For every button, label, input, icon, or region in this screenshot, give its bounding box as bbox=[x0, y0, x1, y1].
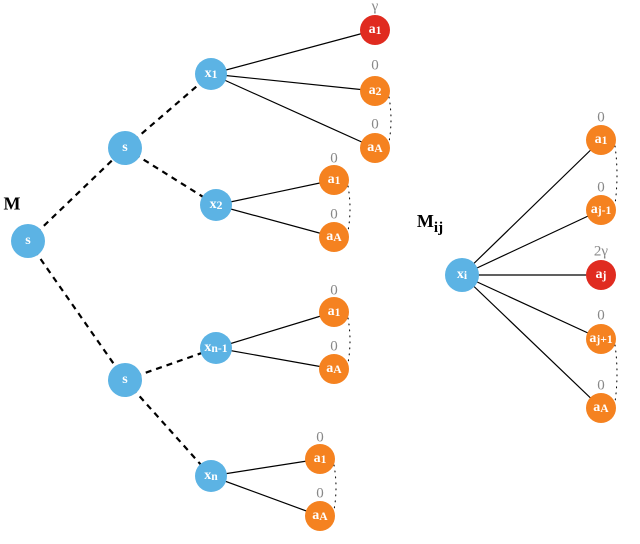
level1-s-0: s bbox=[108, 131, 142, 165]
right-edge-label-2: 2γ bbox=[594, 244, 608, 261]
left-action-8: aA bbox=[305, 501, 335, 531]
root-s: s bbox=[11, 224, 45, 258]
left-edge-label-7: 0 bbox=[316, 430, 324, 447]
left-edge-label-4: 0 bbox=[330, 207, 338, 224]
right-edge-label-4: 0 bbox=[597, 378, 605, 395]
x-node-2: xn-1 bbox=[200, 332, 232, 364]
right-edge-label-3: 0 bbox=[597, 308, 605, 325]
left-edge-label-8: 0 bbox=[316, 486, 324, 503]
left-action-5: a1 bbox=[319, 297, 349, 327]
left-action-1: a2 bbox=[360, 76, 390, 106]
title-m: M bbox=[4, 194, 21, 215]
left-action-0: a1 bbox=[360, 15, 390, 45]
title-mij: Mij bbox=[417, 211, 443, 237]
left-edge-label-5: 0 bbox=[330, 283, 338, 300]
left-edge-label-3: 0 bbox=[330, 151, 338, 168]
left-action-6: aA bbox=[319, 354, 349, 384]
right-action-1: aj-1 bbox=[586, 195, 616, 225]
left-edge-label-1: 0 bbox=[371, 58, 379, 75]
right-root-xi: xi bbox=[445, 258, 479, 292]
right-action-4: aA bbox=[586, 393, 616, 423]
right-action-0: a1 bbox=[586, 125, 616, 155]
right-edge-label-1: 0 bbox=[597, 180, 605, 197]
left-action-2: aA bbox=[360, 133, 390, 163]
left-edge-label-6: 0 bbox=[330, 339, 338, 356]
x-node-1: x2 bbox=[200, 189, 232, 221]
left-edge-label-0: γ bbox=[372, 0, 379, 16]
left-action-3: a1 bbox=[319, 165, 349, 195]
left-action-7: a1 bbox=[305, 444, 335, 474]
right-edge-label-0: 0 bbox=[597, 110, 605, 127]
x-node-0: x1 bbox=[195, 58, 227, 90]
right-action-2: aj bbox=[586, 260, 616, 290]
left-action-4: aA bbox=[319, 222, 349, 252]
level1-s-1: s bbox=[108, 363, 142, 397]
x-node-3: xn bbox=[195, 460, 227, 492]
left-edge-label-2: 0 bbox=[371, 117, 379, 134]
right-action-3: aj+1 bbox=[586, 324, 616, 354]
